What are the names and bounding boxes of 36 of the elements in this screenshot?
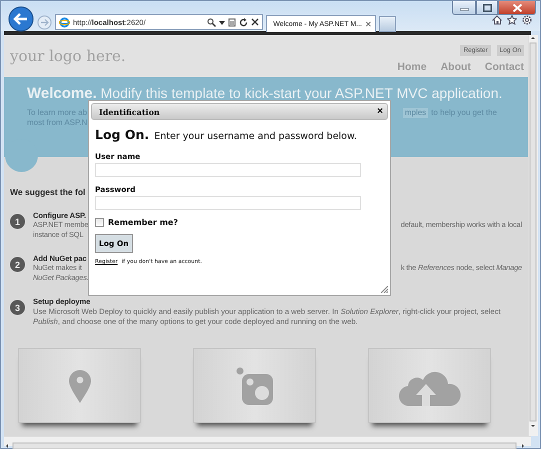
- dialog-heading: Log On.: [95, 127, 150, 142]
- page-icon[interactable]: [228, 18, 236, 26]
- logo-text: your logo here.: [10, 47, 126, 65]
- search-icon[interactable]: [207, 18, 216, 26]
- minimize-button[interactable]: [452, 1, 476, 15]
- step-number: 1: [10, 214, 25, 229]
- close-button[interactable]: ×: [377, 106, 383, 116]
- close-window-button[interactable]: [498, 1, 536, 15]
- checkbox-label: Remember me?: [108, 218, 178, 227]
- star-icon[interactable]: [507, 15, 517, 25]
- back-button[interactable]: [8, 6, 34, 32]
- scroll-thumb[interactable]: [529, 35, 537, 430]
- maximize-icon: [482, 4, 492, 12]
- section-heading: We suggest the fol: [10, 187, 86, 197]
- checkbox[interactable]: [95, 218, 104, 227]
- home-icon[interactable]: [492, 15, 502, 25]
- close-tab-button[interactable]: ✕: [365, 20, 372, 28]
- input-field[interactable]: [95, 196, 361, 210]
- maximize-button[interactable]: [476, 1, 498, 15]
- pin-icon: [68, 368, 92, 404]
- stop-icon[interactable]: [251, 18, 259, 26]
- minimize-icon: [460, 8, 468, 11]
- vertical-scrollbar[interactable]: [528, 35, 538, 436]
- camera-icon: [236, 366, 274, 404]
- settings-icon[interactable]: [522, 15, 532, 25]
- dialog-title: Identification: [99, 106, 160, 116]
- step-number: 2: [10, 257, 25, 272]
- horizontal-scrollbar[interactable]: [4, 436, 531, 446]
- step-number: 3: [10, 300, 25, 315]
- welcome-title: Welcome.: [27, 85, 97, 102]
- welcome-subtitle: Modify this template to kick-start your ASP.NET MVC application.: [100, 85, 502, 101]
- input-field[interactable]: [95, 163, 361, 177]
- dialog-instructions: Enter your username and password below.: [154, 131, 357, 142]
- refresh-icon[interactable]: [239, 18, 248, 26]
- close-icon: [512, 4, 522, 12]
- resize-handle[interactable]: [381, 286, 388, 293]
